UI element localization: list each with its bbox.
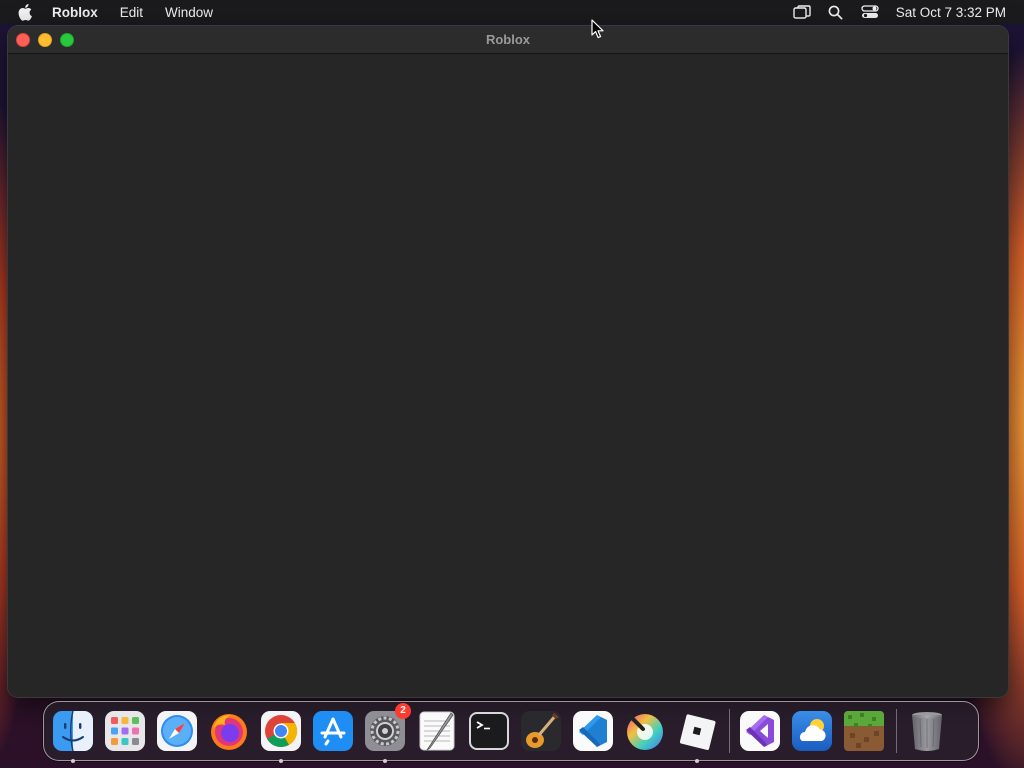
dock-item-firefox[interactable] [207, 709, 251, 753]
window-content-area[interactable] [8, 54, 1008, 697]
dock-item-vscode[interactable] [571, 709, 615, 753]
dock-item-garageband[interactable] [519, 709, 563, 753]
screen-mirroring-icon[interactable] [792, 3, 812, 21]
minecraft-icon [844, 711, 884, 751]
menu-bar: Roblox Edit Window Sat Oct 7 3:32 PM [0, 0, 1024, 24]
safari-icon [157, 711, 197, 751]
dock-separator [729, 709, 730, 753]
dock-item-finder[interactable] [51, 709, 95, 763]
window-title: Roblox [485, 32, 531, 47]
textedit-icon [419, 711, 455, 751]
dock-item-terminal[interactable] [467, 709, 511, 753]
vscode-icon [573, 711, 613, 751]
running-indicator [279, 759, 283, 763]
weather-icon [792, 711, 832, 751]
roblox-icon [679, 714, 716, 750]
launchpad-icon [105, 711, 145, 751]
running-indicator [695, 759, 699, 763]
control-center-icon[interactable] [860, 3, 880, 21]
dock-item-minecraft[interactable] [842, 709, 886, 753]
chrome-icon [261, 711, 301, 751]
menu-app-roblox[interactable]: Roblox [52, 5, 98, 20]
visual-studio-icon [740, 711, 780, 751]
dock: 2 [43, 701, 979, 763]
dock-item-system-settings[interactable]: 2 [363, 703, 411, 763]
dock-item-safari[interactable] [155, 709, 199, 753]
dock-separator [896, 709, 897, 753]
dock-item-textedit[interactable] [415, 709, 459, 753]
roblox-window: Roblox [8, 26, 1008, 697]
dock-item-visual-studio[interactable] [738, 709, 782, 753]
terminal-icon [469, 712, 509, 750]
menu-window[interactable]: Window [165, 5, 213, 20]
running-indicator [383, 759, 387, 763]
finder-icon [53, 710, 93, 752]
dock-item-trash[interactable] [905, 709, 949, 753]
garageband-icon [521, 711, 561, 751]
dock-item-app-store[interactable] [311, 709, 355, 753]
app-store-icon [313, 711, 353, 751]
menu-bar-clock[interactable]: Sat Oct 7 3:32 PM [896, 5, 1006, 20]
running-indicator [71, 759, 75, 763]
firefox-icon [211, 714, 247, 750]
window-title-bar[interactable]: Roblox [8, 26, 1008, 54]
dock-item-weather[interactable] [790, 709, 834, 753]
apple-icon[interactable] [18, 3, 36, 21]
menu-bar-status-area: Sat Oct 7 3:32 PM [792, 0, 1024, 24]
mouse-cursor-icon [591, 19, 605, 44]
dock-item-color-picker[interactable] [623, 709, 667, 753]
dock-item-launchpad[interactable] [103, 709, 147, 753]
trash-icon [912, 712, 942, 751]
dock-item-roblox[interactable] [675, 709, 719, 763]
menu-edit[interactable]: Edit [120, 5, 143, 20]
dock-item-chrome[interactable] [259, 709, 303, 763]
spotlight-search-icon[interactable] [826, 3, 846, 21]
notification-badge: 2 [395, 703, 411, 719]
color-picker-icon [627, 713, 663, 750]
